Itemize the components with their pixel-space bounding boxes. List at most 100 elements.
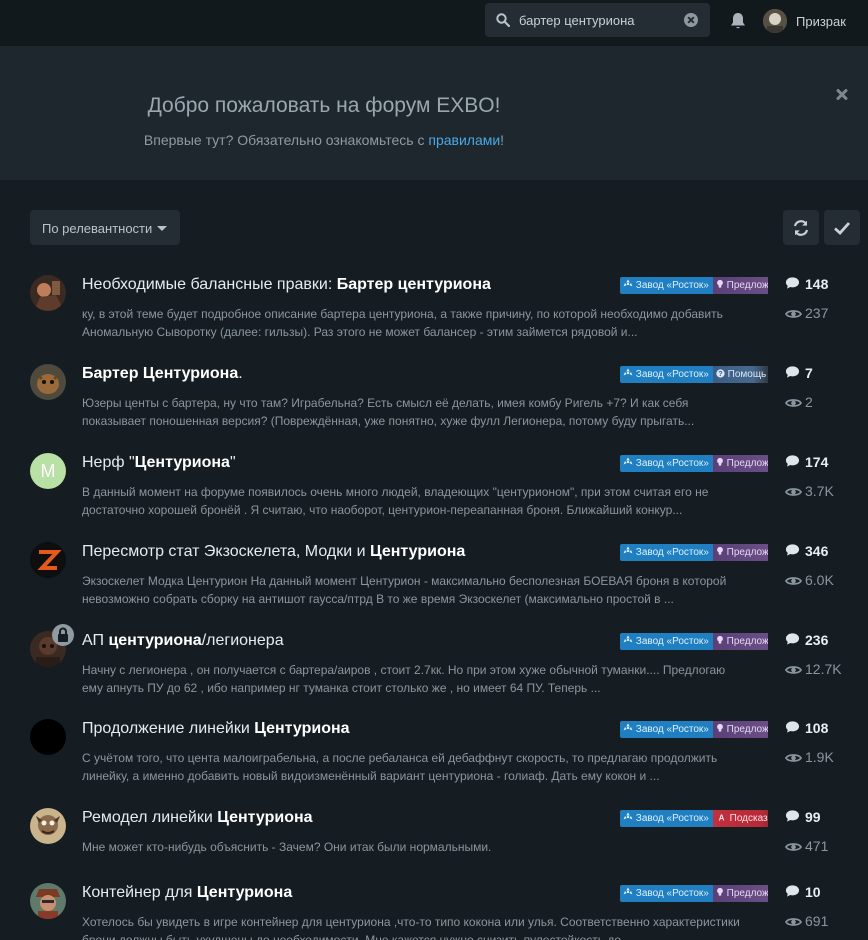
discussion-item[interactable]: Продолжение линейки Центуриона Завод «Ро…	[0, 719, 868, 807]
author-avatar[interactable]	[30, 275, 66, 311]
discussion-excerpt: Мне может кто-нибудь объяснить - Зачем? …	[82, 840, 492, 854]
discussion-excerpt: Экзоскелет Модка Центурион На данный мом…	[82, 574, 727, 606]
notifications-bell-icon[interactable]	[730, 12, 746, 30]
tag-primary[interactable]: Завод «Росток»	[620, 721, 713, 738]
tag-primary[interactable]: Завод «Росток»	[620, 544, 713, 561]
svg-text:?: ?	[718, 369, 722, 378]
check-icon	[834, 222, 851, 235]
tag-primary[interactable]: Завод «Росток»	[620, 277, 713, 294]
tag-secondary[interactable]: Предложения	[712, 544, 768, 561]
title-highlight: Центуриона	[254, 720, 350, 737]
tag-secondary[interactable]: Предложения	[712, 633, 768, 650]
refresh-button[interactable]	[783, 210, 819, 245]
radiation-icon	[623, 457, 633, 469]
title-highlight: Центуриона	[196, 884, 293, 901]
svg-text:A: A	[718, 814, 724, 822]
discussion-title[interactable]: Контейнер для Центуриона	[82, 884, 292, 902]
discussion-tags: Завод «Росток» Предложения	[620, 885, 768, 902]
search-box[interactable]: бартер центуриона	[485, 3, 710, 37]
discussion-item[interactable]: Бартер Центуриона. Завод «Росток»? Помощ…	[0, 364, 868, 452]
user-name[interactable]: Призрак	[796, 14, 846, 29]
discussion-tags: Завод «Росток»? Помощь	[620, 366, 768, 383]
discussion-tags: Завод «Росток» Предложения	[620, 544, 768, 561]
tag-secondary[interactable]: ? Помощь	[712, 366, 768, 383]
author-avatar[interactable]	[30, 883, 66, 919]
lock-icon	[52, 624, 74, 646]
discussion-title[interactable]: Нерф "Центуриона"	[82, 454, 236, 472]
author-avatar[interactable]	[30, 808, 66, 844]
discussion-tags: Завод «Росток» Предложения	[620, 455, 768, 472]
discussion-item[interactable]: Контейнер для Центуриона Завод «Росток» …	[0, 883, 868, 940]
tag-primary[interactable]: Завод «Росток»	[620, 810, 713, 827]
discussion-tags: Завод «Росток»A Подсказки	[620, 810, 768, 827]
discussion-title[interactable]: Бартер Центуриона.	[82, 365, 243, 383]
discussion-excerpt: ку, в этой теме будет подробное описание…	[82, 307, 723, 339]
welcome-hero: Добро пожаловать на форум EXBO! Впервые …	[0, 46, 868, 180]
hero-close-icon[interactable]	[834, 86, 850, 102]
discussion-excerpt: В данный момент на форуме появилось очен…	[82, 485, 709, 517]
tag-secondary[interactable]: Предложения	[712, 885, 768, 902]
eye-icon	[785, 577, 802, 585]
discussion-title[interactable]: АП центуриона/легионера	[82, 632, 284, 650]
eye-icon	[785, 488, 802, 496]
bulb-icon	[716, 457, 724, 469]
discussion-item[interactable]: M Нерф "Центуриона" Завод «Росток» Предл…	[0, 453, 868, 541]
eye-icon	[785, 754, 802, 762]
comment-icon	[785, 885, 800, 897]
discussion-item[interactable]: АП центуриона/легионера Завод «Росток» П…	[0, 624, 868, 719]
comment-icon	[785, 277, 800, 289]
rules-link[interactable]: правилами	[428, 132, 500, 148]
tag-primary[interactable]: Завод «Росток»	[620, 455, 713, 472]
title-highlight: Центуриона	[369, 543, 466, 560]
hero-subtitle: Впервые тут? Обязательно ознакомьтесь с …	[143, 132, 505, 148]
discussion-title[interactable]: Продолжение линейки Центуриона	[82, 720, 350, 738]
title-highlight: Бартер Центуриона	[82, 365, 239, 382]
question-icon: ?	[716, 369, 725, 380]
radiation-icon	[623, 812, 633, 824]
discussion-title[interactable]: Пересмотр стат Экзоскелета, Модки и Цент…	[82, 543, 465, 561]
sort-label: По релевантности	[42, 221, 153, 236]
clear-search-icon[interactable]	[684, 13, 698, 27]
search-icon	[496, 13, 510, 27]
discussion-tags: Завод «Росток» Предложения	[620, 633, 768, 650]
discussion-excerpt: Хотелось бы увидеть в игре контейнер для…	[82, 915, 740, 940]
radiation-icon	[623, 723, 633, 735]
eye-icon	[785, 843, 802, 851]
bulb-icon	[716, 546, 724, 558]
eye-icon	[785, 399, 802, 407]
sort-dropdown[interactable]: По релевантности	[30, 210, 180, 245]
discussion-excerpt: С учётом того, что цента малоиграбельна,…	[82, 751, 718, 783]
discussion-item[interactable]: Пересмотр стат Экзоскелета, Модки и Цент…	[0, 542, 868, 630]
comment-icon	[785, 721, 800, 733]
author-avatar[interactable]	[30, 719, 66, 755]
tag-primary[interactable]: Завод «Росток»	[620, 633, 713, 650]
radiation-icon	[623, 546, 633, 558]
discussion-title[interactable]: Ремодел линейки Центуриона	[82, 809, 313, 827]
discussion-excerpt: Юзеры центы с бартера, ну что там? Играб…	[82, 396, 695, 428]
mark-all-read-button[interactable]	[824, 210, 860, 245]
bulb-icon	[716, 723, 724, 735]
author-avatar[interactable]	[30, 364, 66, 400]
search-input[interactable]: бартер центуриона	[519, 13, 635, 28]
top-header: бартер центуриона Призрак	[0, 0, 868, 46]
radiation-icon	[623, 887, 633, 899]
tag-secondary[interactable]: A Подсказки	[712, 810, 768, 827]
bulb-icon	[716, 887, 724, 899]
eye-icon	[785, 666, 802, 674]
radiation-icon	[623, 368, 633, 380]
discussion-title[interactable]: Необходимые балансные правки: Бартер цен…	[82, 276, 491, 294]
author-avatar[interactable]: M	[30, 453, 66, 489]
tag-primary[interactable]: Завод «Росток»	[620, 366, 713, 383]
discussion-item[interactable]: Необходимые балансные правки: Бартер цен…	[0, 275, 868, 363]
tag-primary[interactable]: Завод «Росток»	[620, 885, 713, 902]
tag-secondary[interactable]: Предложения	[712, 721, 768, 738]
translate-icon: A	[716, 813, 727, 824]
tag-secondary[interactable]: Предложения	[712, 455, 768, 472]
tag-secondary[interactable]: Предложения	[712, 277, 768, 294]
discussion-tags: Завод «Росток» Предложения	[620, 277, 768, 294]
user-avatar[interactable]	[763, 9, 787, 33]
author-avatar[interactable]	[30, 542, 66, 578]
title-highlight: центуриона	[108, 632, 202, 649]
title-highlight: Центуриона	[134, 454, 230, 471]
radiation-icon	[623, 279, 633, 291]
